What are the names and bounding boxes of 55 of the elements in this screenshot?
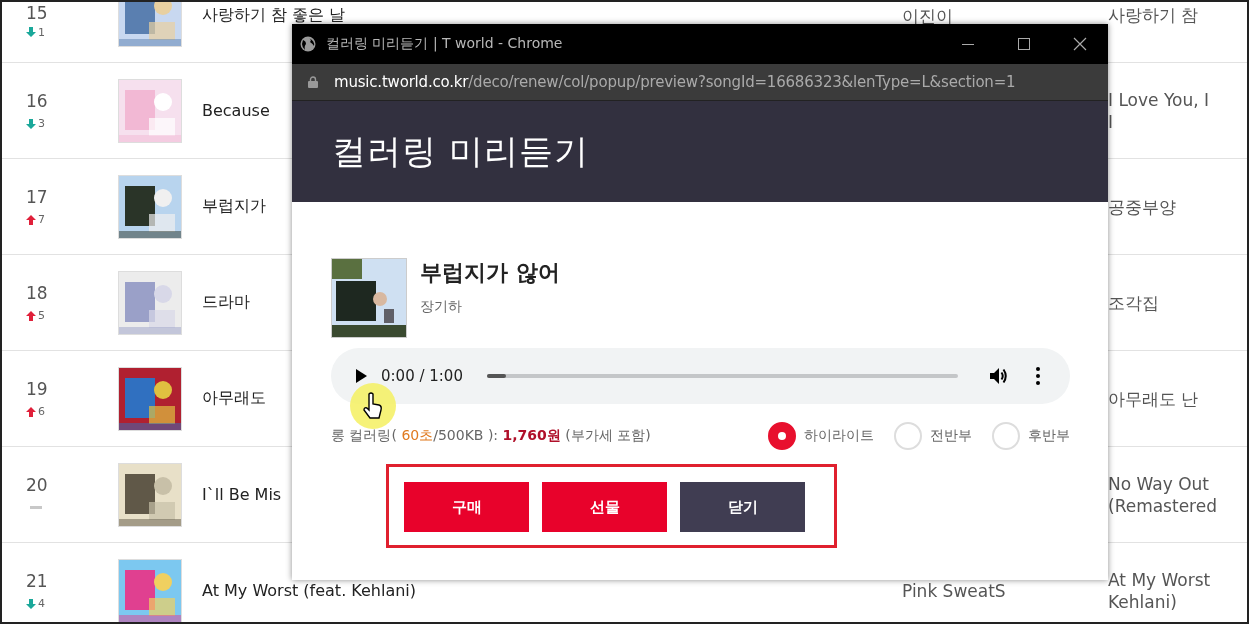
album-name[interactable]: (Remastered — [1108, 494, 1217, 517]
price-info: 롱 컬러링( 60초/500KB ): 1,760원 (부가세 포함) — [331, 427, 651, 445]
down-arrow-icon — [26, 27, 36, 37]
no-change-icon — [30, 506, 42, 509]
album-name[interactable]: No Way Out — [1108, 472, 1217, 495]
rank-change: 7 — [38, 213, 45, 226]
action-button[interactable]: 구매 — [404, 482, 529, 532]
cursor-icon — [349, 382, 397, 430]
globe-icon — [300, 36, 316, 52]
album-name[interactable]: 아무래도 난 — [1108, 387, 1199, 410]
more-icon[interactable] — [1036, 367, 1040, 385]
song-title[interactable]: 사랑하기 참 좋은 날 — [202, 5, 902, 26]
rank-number: 15 — [26, 3, 48, 23]
artist-name[interactable]: Pink SweatS — [902, 580, 1108, 601]
up-arrow-icon — [26, 214, 36, 225]
down-arrow-icon — [26, 118, 36, 129]
section-radio[interactable]: 후반부 — [992, 422, 1070, 450]
rank-number: 20 — [26, 474, 48, 495]
playback-time: 0:00 / 1:00 — [381, 367, 463, 385]
artist-name: 장기하 — [420, 298, 463, 316]
album-name[interactable]: At My Worst — [1108, 568, 1211, 591]
rank-number: 21 — [26, 570, 48, 591]
album-name[interactable]: 조각집 — [1108, 291, 1159, 314]
rank-change: 3 — [38, 117, 45, 130]
rank-number: 17 — [26, 186, 48, 207]
play-button[interactable] — [355, 369, 367, 383]
popup-heading: 컬러링 미리듣기 — [332, 129, 589, 173]
album-name[interactable]: Kehlani) — [1108, 590, 1211, 613]
rank-change: 4 — [38, 597, 45, 610]
maximize-icon[interactable] — [1016, 36, 1032, 52]
up-arrow-icon — [26, 406, 36, 417]
rank-change: 1 — [38, 25, 45, 39]
album-name[interactable]: I — [1108, 110, 1210, 133]
lock-icon — [308, 76, 318, 88]
window-title: 컬러링 미리듣기 | T world - Chrome — [326, 35, 564, 53]
rank-number: 18 — [26, 282, 48, 303]
action-button[interactable]: 닫기 — [680, 482, 805, 532]
section-radio[interactable]: 전반부 — [894, 422, 972, 450]
rank-number: 16 — [26, 90, 48, 111]
up-arrow-icon — [26, 310, 36, 321]
close-icon[interactable] — [1072, 36, 1088, 52]
artist-name[interactable]: 이진이 — [902, 5, 1108, 28]
rank-change: 6 — [38, 405, 45, 418]
album-name[interactable]: I Love You, I — [1108, 88, 1210, 111]
song-title[interactable]: At My Worst (feat. Kehlani) — [202, 581, 902, 600]
song-title: 부럽지가 않어 — [420, 259, 560, 287]
action-button[interactable]: 선물 — [542, 482, 667, 532]
album-name[interactable]: 사랑하기 참 — [1108, 3, 1199, 26]
down-arrow-icon — [26, 598, 36, 609]
volume-icon[interactable] — [988, 366, 1008, 386]
album-name[interactable]: 공중부양 — [1108, 195, 1176, 218]
section-radio[interactable]: 하이라이트 — [768, 422, 874, 450]
progress-slider[interactable] — [486, 374, 958, 378]
rank-number: 19 — [26, 378, 48, 399]
rank-change: 5 — [38, 309, 45, 322]
